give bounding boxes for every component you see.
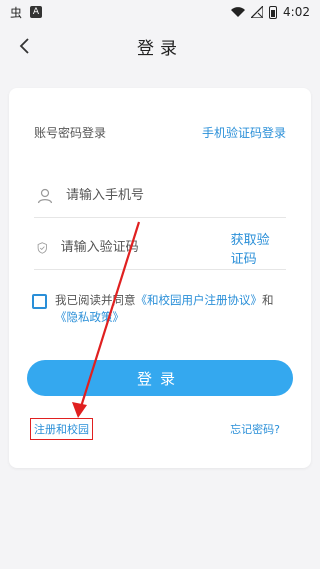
- user-icon: [37, 188, 53, 203]
- user-agreement-link[interactable]: 《和校园用户注册协议》: [136, 293, 263, 307]
- page-title: 登录: [137, 38, 183, 59]
- login-button[interactable]: 登录: [27, 360, 293, 396]
- login-card: [9, 88, 311, 468]
- get-code-button[interactable]: 获取验证码: [231, 229, 276, 267]
- agreement-text: 我已阅读并同意《和校园用户注册协议》和《隐私政策》: [55, 292, 274, 326]
- header: 登录: [0, 24, 320, 68]
- status-bar: 虫 A 4:02: [0, 0, 320, 24]
- agreement-row: 我已阅读并同意《和校园用户注册协议》和《隐私政策》: [32, 292, 294, 326]
- privacy-policy-link[interactable]: 《隐私政策》: [55, 310, 124, 324]
- tab-password-login[interactable]: 账号密码登录: [34, 124, 106, 141]
- notification-a-icon: A: [30, 6, 43, 18]
- tab-sms-login[interactable]: 手机验证码登录: [202, 124, 286, 141]
- forgot-password-link[interactable]: 忘记密码?: [230, 421, 280, 437]
- register-link[interactable]: 注册和校园: [30, 418, 93, 440]
- chevron-left-icon: [19, 38, 29, 54]
- phone-field: [34, 174, 286, 218]
- login-mode-tabs: 账号密码登录 手机验证码登录: [34, 124, 286, 141]
- agreement-and: 和: [262, 293, 274, 307]
- notification-app-icon: 虫: [10, 5, 23, 20]
- status-time: 4:02: [283, 5, 310, 19]
- wifi-icon: [231, 7, 246, 17]
- code-field: 获取验证码: [34, 226, 286, 270]
- no-signal-icon: [251, 6, 264, 18]
- code-input[interactable]: [60, 240, 231, 255]
- agreement-prefix: 我已阅读并同意: [55, 293, 136, 307]
- shield-icon: [37, 241, 47, 254]
- phone-input[interactable]: [66, 188, 286, 203]
- battery-icon: [269, 5, 278, 19]
- back-button[interactable]: [10, 32, 38, 60]
- agreement-checkbox[interactable]: [32, 294, 47, 309]
